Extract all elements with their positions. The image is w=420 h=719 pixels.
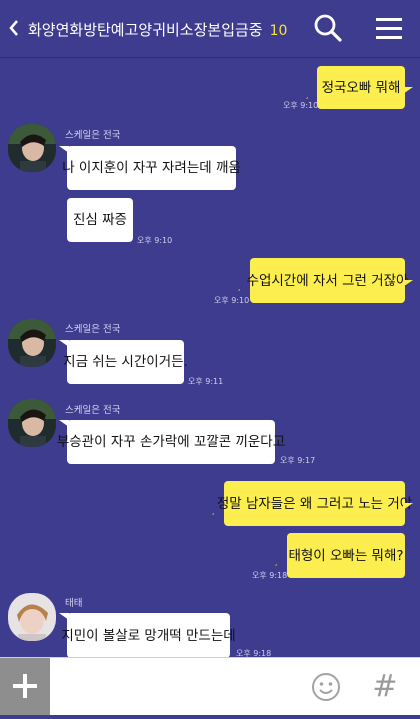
bubble-tail xyxy=(59,340,69,347)
bubble-tail xyxy=(403,87,413,94)
my-message-bubble[interactable]: 태형이 오빠는 뭐해? xyxy=(287,533,405,578)
message-input-bar: # xyxy=(0,657,420,715)
other-message-bubble[interactable]: 지금 쉬는 시간이거든. xyxy=(63,340,188,384)
bubble-tail xyxy=(59,613,69,620)
message-text: 정국오빠 뭐해 xyxy=(321,79,401,96)
my-message-bubble[interactable]: 정국오빠 뭐해 xyxy=(317,66,405,109)
other-message-bubble[interactable]: 진심 짜증 xyxy=(67,198,133,242)
my-message-bubble[interactable]: 정말 남자들은 왜 그러고 노는 거야 xyxy=(217,481,412,526)
bubble-tail xyxy=(59,420,69,427)
hash-search-button[interactable]: # xyxy=(370,667,400,707)
message-time: 오후 9:10 xyxy=(137,236,173,245)
message-text: 정말 남자들은 왜 그러고 노는 거야 xyxy=(216,495,413,512)
unread-indicator: ¸ xyxy=(211,506,215,515)
message-text: 지금 쉬는 시간이거든. xyxy=(63,354,188,370)
avatar[interactable] xyxy=(8,399,56,447)
chevron-left-icon[interactable] xyxy=(8,18,20,38)
other-message-bubble[interactable]: 지민이 볼살로 망개떡 만드는데 xyxy=(61,613,236,657)
message-text: 수업시간에 자서 그런 거잖아 xyxy=(246,272,409,289)
bubble-tail xyxy=(59,146,69,153)
room-name: 화양연화방탄예고양귀비소장본입금중 xyxy=(28,21,263,39)
member-count: 10 xyxy=(269,23,288,39)
emoticon-icon[interactable] xyxy=(311,672,341,702)
unread-indicator: ¸ xyxy=(274,557,278,566)
message-time: 오후 9:17 xyxy=(280,456,316,465)
sender-name: 스케일은 전국 xyxy=(65,324,121,335)
other-message-bubble[interactable]: 부승관이 자꾸 손가락에 꼬깔콘 끼운다고 xyxy=(57,420,285,464)
message-time: 오후 9:11 xyxy=(188,377,224,386)
sender-name: 스케일은 전국 xyxy=(65,130,121,141)
chat-header: 화양연화방탄예고양귀비소장본입금중 10 xyxy=(0,0,420,58)
plus-icon xyxy=(13,674,37,698)
search-icon[interactable] xyxy=(313,13,343,43)
chat-room-title: 화양연화방탄예고양귀비소장본입금중 10 xyxy=(28,19,287,40)
unread-indicator: ¸ xyxy=(305,90,309,99)
avatar[interactable] xyxy=(8,319,56,367)
message-time: 오후 9:10 xyxy=(283,101,319,110)
attach-plus-button[interactable] xyxy=(0,658,50,715)
avatar[interactable] xyxy=(8,593,56,641)
message-text: 부승관이 자꾸 손가락에 꼬깔콘 끼운다고 xyxy=(56,434,286,450)
message-text: 지민이 볼살로 망개떡 만드는데 xyxy=(61,627,236,644)
my-message-bubble[interactable]: 수업시간에 자서 그런 거잖아 xyxy=(247,258,408,303)
sender-name: 스케일은 전국 xyxy=(65,405,121,416)
message-time: 오후 9:10 xyxy=(214,296,250,305)
message-time: 오후 9:18 xyxy=(236,649,272,657)
bubble-tail xyxy=(403,280,413,287)
message-list[interactable]: 정국오빠 뭐해 ¸ 오후 9:10 스케일은 전국 나 이지훈이 자꾸 자려는데… xyxy=(0,58,420,657)
bubble-tail xyxy=(403,503,413,510)
message-input[interactable] xyxy=(56,666,300,708)
other-message-bubble[interactable]: 나 이지훈이 자꾸 자려는데 깨움 xyxy=(62,146,241,190)
sender-name: 태태 xyxy=(65,598,83,609)
message-time: 오후 9:18 xyxy=(252,571,288,580)
avatar[interactable] xyxy=(8,124,56,172)
message-text: 나 이지훈이 자꾸 자려는데 깨움 xyxy=(62,160,241,176)
unread-indicator: ¸ xyxy=(237,282,241,291)
message-text: 태형이 오빠는 뭐해? xyxy=(288,547,404,564)
message-text: 진심 짜증 xyxy=(73,212,127,228)
hamburger-menu-icon[interactable] xyxy=(375,16,403,42)
